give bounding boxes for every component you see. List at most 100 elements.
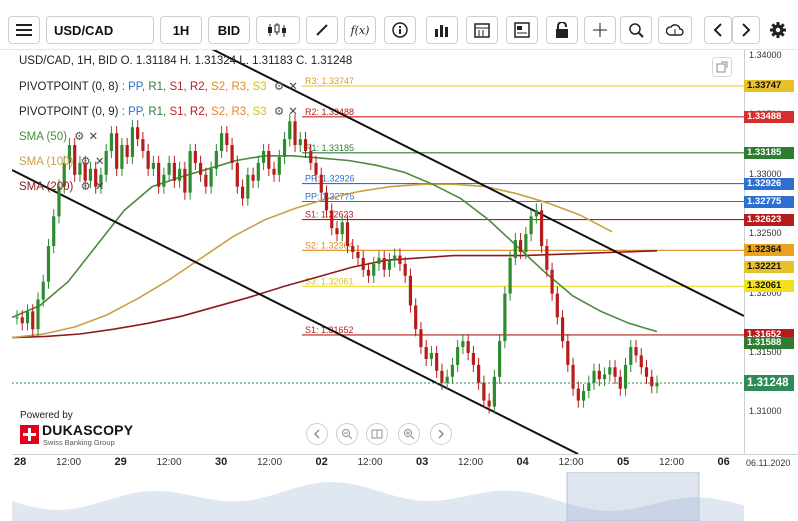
- close-icon[interactable]: ✕: [288, 81, 298, 93]
- pivot-legend-2: PIVOTPOINT (0, 9) : PP, R1, S1, R2, S2, …: [19, 106, 298, 118]
- candle-body: [46, 246, 51, 282]
- candle-body: [235, 162, 239, 187]
- gear-icon[interactable]: [764, 16, 792, 44]
- calendar-icon[interactable]: [466, 16, 498, 44]
- candle-body: [199, 162, 203, 175]
- candle-body: [330, 210, 334, 229]
- candle-body: [277, 156, 281, 175]
- fit-icon[interactable]: [366, 423, 388, 445]
- crosshair-icon[interactable]: [584, 16, 616, 44]
- function-icon[interactable]: f(x): [344, 16, 376, 44]
- pen-icon[interactable]: [306, 16, 338, 44]
- candle-body: [219, 133, 224, 151]
- timeframe-button[interactable]: 1H: [160, 16, 202, 44]
- candle-body: [109, 133, 114, 151]
- price-level-tag: 1.32221: [744, 261, 794, 274]
- symbol-selector[interactable]: USD/CAD: [46, 16, 154, 44]
- candle-body: [524, 234, 528, 252]
- s1-label: S1,: [169, 81, 187, 93]
- candle-body: [225, 133, 229, 146]
- gear-icon[interactable]: ⚙: [274, 106, 284, 118]
- candle-body: [492, 376, 496, 407]
- sma50-label: SMA (50): [19, 131, 67, 143]
- close-icon[interactable]: ✕: [88, 131, 98, 143]
- candle-body: [503, 293, 507, 342]
- candles-icon[interactable]: [256, 16, 300, 44]
- price-scale-label: 1.31000: [749, 406, 782, 417]
- r2-label: R2,: [189, 106, 208, 118]
- candle-body: [477, 364, 481, 383]
- candle-body: [529, 216, 533, 235]
- close-icon[interactable]: ✕: [95, 156, 105, 168]
- r3-label: R3,: [231, 81, 250, 93]
- candle-body: [545, 246, 549, 270]
- brand-sub: Swiss Banking Group: [43, 438, 115, 447]
- arrow-right-icon[interactable]: [732, 16, 760, 44]
- arrow-left-icon[interactable]: [704, 16, 732, 44]
- candle-body: [508, 257, 512, 294]
- pivot-level-label: PP: 1.32926: [305, 174, 355, 184]
- candle-body: [246, 174, 250, 199]
- candle-body: [167, 162, 171, 175]
- overview-selection[interactable]: [566, 472, 700, 521]
- price-level-tag: 1.32926: [744, 177, 794, 190]
- pivot-level-label: PP: 1.32775: [305, 192, 355, 202]
- candle-body: [629, 347, 633, 365]
- info-icon[interactable]: [384, 16, 416, 44]
- price-level-tag: 1.33747: [744, 80, 794, 92]
- scroll-right-icon[interactable]: [430, 423, 452, 445]
- lock-icon[interactable]: [546, 16, 578, 44]
- gear-icon[interactable]: ⚙: [74, 131, 84, 143]
- pivot-name: PIVOTPOINT (0, 9): [19, 106, 119, 118]
- gear-icon[interactable]: ⚙: [81, 156, 91, 168]
- candle-body: [387, 260, 392, 270]
- time-axis-hour: 12:00: [558, 457, 584, 468]
- close-icon[interactable]: ✕: [95, 181, 105, 193]
- candle-body: [623, 364, 628, 389]
- candle-body: [597, 370, 601, 380]
- menu-icon[interactable]: [8, 16, 40, 44]
- pivot-level-label: R3: 1.33747: [305, 76, 354, 86]
- bar-chart-icon[interactable]: [426, 16, 458, 44]
- candle-body: [566, 341, 570, 365]
- zoom-out-icon[interactable]: [336, 423, 358, 445]
- price-scale-label: 1.34000: [749, 49, 782, 60]
- r3-label: R3,: [231, 106, 250, 118]
- expand-icon[interactable]: [712, 57, 732, 77]
- s3-label: S3: [252, 106, 267, 118]
- price-level-tag: 1.32775: [744, 195, 794, 208]
- candle-body: [393, 255, 397, 261]
- candle-body: [172, 162, 176, 181]
- candle-body: [25, 311, 30, 324]
- candle-body: [361, 257, 365, 270]
- candle-body: [130, 127, 135, 157]
- price-level-tag: 1.32364: [744, 244, 794, 257]
- candle-body: [183, 168, 187, 193]
- gear-icon[interactable]: ⚙: [274, 81, 284, 93]
- candle-body: [445, 376, 449, 383]
- candle-body: [435, 353, 439, 371]
- candle-body: [52, 216, 56, 247]
- gear-icon[interactable]: ⚙: [81, 181, 91, 193]
- timeframe-label: 1H: [172, 22, 190, 38]
- price-type-button[interactable]: BID: [208, 16, 250, 44]
- candle-body: [487, 400, 491, 407]
- candle-body: [456, 347, 460, 365]
- candle-body: [634, 347, 638, 356]
- candle-body: [644, 367, 649, 377]
- overview-navigator[interactable]: [12, 472, 744, 521]
- candle-body: [214, 151, 218, 169]
- pivot-legend-1: PIVOTPOINT (0, 8) : PP, R1, S1, R2, S2, …: [19, 81, 298, 93]
- zoom-icon[interactable]: [620, 16, 652, 44]
- news-icon[interactable]: [506, 16, 538, 44]
- candle-body: [319, 174, 323, 193]
- close-icon[interactable]: ✕: [288, 106, 298, 118]
- scroll-left-icon[interactable]: [306, 423, 328, 445]
- candle-body: [581, 391, 586, 401]
- candle-body: [429, 353, 434, 359]
- time-axis-day: 30: [215, 456, 228, 468]
- candle-body: [571, 364, 575, 389]
- zoom-in-icon[interactable]: [398, 423, 420, 445]
- upload-icon[interactable]: [658, 16, 692, 44]
- candle-body: [309, 151, 313, 163]
